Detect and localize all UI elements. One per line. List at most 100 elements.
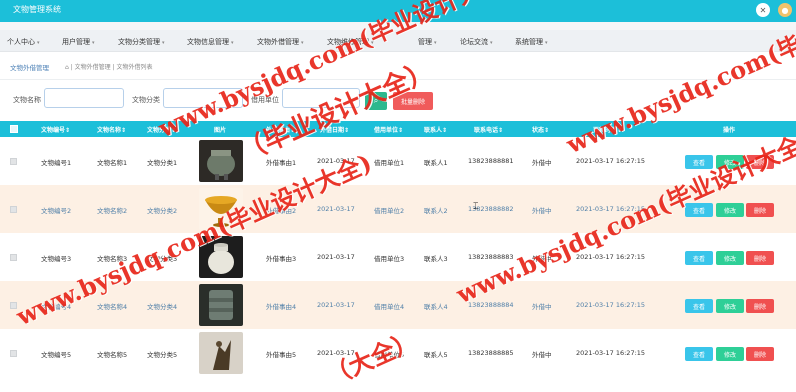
cell-name: 文物名称2 bbox=[97, 207, 128, 215]
nav-item-system[interactable]: 系统管理 ▾ bbox=[515, 37, 548, 47]
cell-category: 文物分类4 bbox=[147, 303, 178, 311]
relic-thumbnail[interactable] bbox=[199, 332, 243, 374]
table-row[interactable]: 文物编号4 文物名称4 文物分类4 外借事由4 2021-03-17 借用单位4 联系人4 1… bbox=[0, 281, 796, 329]
delete-button[interactable]: 删除 bbox=[746, 251, 774, 265]
cell-status: 外借中 bbox=[532, 351, 552, 359]
chevron-down-icon: ▾ bbox=[92, 40, 95, 46]
home-icon[interactable]: ⌂ bbox=[65, 64, 69, 71]
cell-date: 2021-03-17 bbox=[317, 349, 355, 357]
cell-number: 文物编号5 bbox=[41, 351, 72, 359]
relic-thumbnail[interactable] bbox=[199, 284, 243, 326]
row-checkbox[interactable] bbox=[10, 158, 17, 165]
batch-delete-button[interactable]: 批量删除 bbox=[393, 92, 433, 110]
column-header[interactable]: 外借日期⇕ bbox=[320, 125, 349, 134]
view-button[interactable]: 查看 bbox=[685, 203, 713, 217]
category-input[interactable] bbox=[163, 88, 243, 108]
cell-status: 外借中 bbox=[532, 255, 552, 263]
edit-button[interactable]: 修改 bbox=[716, 155, 744, 169]
search-icon: ⌕ bbox=[373, 96, 379, 105]
view-button[interactable]: 查看 bbox=[685, 347, 713, 361]
cell-reason: 外借事由1 bbox=[266, 159, 297, 167]
table-row[interactable]: 文物编号5 文物名称5 文物分类5 外借事由5 2021-03-17 借用单位5 联系人5 1… bbox=[0, 329, 796, 377]
header-spacer bbox=[0, 22, 796, 30]
column-header[interactable]: 图片 bbox=[214, 125, 226, 134]
filter-label-name: 文物名称 bbox=[13, 96, 41, 104]
table-row[interactable]: 文物编号1 文物名称1 文物分类1 外借事由1 2021-03-17 借用单位1 联系人1 1… bbox=[0, 137, 796, 185]
relic-thumbnail[interactable] bbox=[199, 188, 243, 230]
nav-item-forum[interactable]: 论坛交流 ▾ bbox=[460, 37, 493, 47]
top-bar: 文物管理系统 ✕ ● bbox=[0, 0, 796, 22]
row-checkbox[interactable] bbox=[10, 206, 17, 213]
view-button[interactable]: 查看 bbox=[685, 299, 713, 313]
view-button[interactable]: 查看 bbox=[685, 155, 713, 169]
main-nav: 个人中心 ▾ 用户管理 ▾ 文物分类管理 ▾ 文物信息管理 ▾ 文物外借管理 ▾ 文物维修… bbox=[0, 30, 796, 52]
column-header: 操作 bbox=[723, 127, 736, 134]
table-row[interactable]: 文物编号3 文物名称3 文物分类3 外借事由3 2021-03-17 借用单位3 联系人3 1… bbox=[0, 233, 796, 281]
chevron-down-icon: ▾ bbox=[37, 40, 40, 46]
delete-button[interactable]: 删除 bbox=[746, 203, 774, 217]
row-checkbox[interactable] bbox=[10, 254, 17, 261]
nav-item-relic-repair[interactable]: 文物维修管理 ▾ bbox=[327, 37, 374, 47]
cell-name: 文物名称4 bbox=[97, 303, 128, 311]
chevron-down-icon: ▾ bbox=[545, 40, 548, 46]
filter-label-category: 文物分类 bbox=[132, 96, 160, 104]
column-header[interactable]: 文物编号⇕ bbox=[41, 125, 70, 134]
edit-button[interactable]: 修改 bbox=[716, 347, 744, 361]
nav-item-categories[interactable]: 文物分类管理 ▾ bbox=[118, 37, 165, 47]
cell-reason: 外借事由5 bbox=[266, 351, 297, 359]
column-header[interactable]: 文物名称⇕ bbox=[97, 125, 126, 134]
column-header[interactable]: 联系电话⇕ bbox=[474, 125, 503, 134]
delete-button[interactable]: 删除 bbox=[746, 299, 774, 313]
cell-unit: 借用单位1 bbox=[374, 159, 405, 167]
chevron-down-icon: ▾ bbox=[490, 40, 493, 46]
cell-contact: 联系人1 bbox=[424, 159, 448, 167]
cell-number: 文物编号1 bbox=[41, 159, 72, 167]
column-header[interactable]: 更新时间⇕ bbox=[593, 125, 622, 134]
breadcrumb: ⌂ | 文物外借管理 | 文物外借列表 bbox=[65, 62, 153, 71]
table-header: 文物编号⇕ 文物名称⇕ 文物分类⇕ 图片 外借事由⇕ 外借日期⇕ 借用单位⇕ 联… bbox=[0, 121, 796, 137]
table-row[interactable]: 文物编号2 文物名称2 文物分类2 外借事由2 2021-03-17 借用单位2 联系人2 1… bbox=[0, 185, 796, 233]
cell-phone: 13823888883 bbox=[468, 253, 514, 261]
chevron-down-icon: ▾ bbox=[434, 40, 437, 46]
nav-item-users[interactable]: 用户管理 ▾ bbox=[62, 37, 95, 47]
cell-date: 2021-03-17 bbox=[317, 157, 355, 165]
user-avatar-icon[interactable]: ● bbox=[778, 3, 792, 17]
edit-button[interactable]: 修改 bbox=[716, 299, 744, 313]
nav-item-personal-center[interactable]: 个人中心 ▾ bbox=[7, 37, 40, 47]
name-input[interactable] bbox=[44, 88, 124, 108]
nav-item-relic-loan[interactable]: 文物外借管理 ▾ bbox=[257, 37, 304, 47]
column-header[interactable]: 状态⇕ bbox=[532, 125, 549, 134]
cell-phone: 13823888881 bbox=[468, 157, 514, 165]
cell-contact: 联系人3 bbox=[424, 255, 448, 263]
search-button[interactable]: ⌕ bbox=[365, 92, 387, 110]
column-header[interactable]: 联系人⇕ bbox=[424, 125, 447, 134]
expand-icon[interactable]: ✕ bbox=[756, 3, 770, 17]
chevron-down-icon: ▾ bbox=[301, 40, 304, 46]
relic-thumbnail[interactable] bbox=[199, 140, 243, 182]
cell-updated: 2021-03-17 16:27:15 bbox=[576, 253, 646, 261]
cell-unit: 借用单位5 bbox=[374, 351, 405, 359]
cell-reason: 外借事由4 bbox=[266, 303, 297, 311]
chevron-down-icon: ▾ bbox=[371, 40, 374, 46]
edit-button[interactable]: 修改 bbox=[716, 203, 744, 217]
cell-updated: 2021-03-17 16:27:15 bbox=[576, 205, 646, 213]
select-all-checkbox[interactable] bbox=[10, 125, 18, 133]
cell-updated: 2021-03-17 16:27:15 bbox=[576, 157, 646, 165]
row-checkbox[interactable] bbox=[10, 302, 17, 309]
column-header[interactable]: 外借事由⇕ bbox=[266, 125, 295, 134]
delete-button[interactable]: 删除 bbox=[746, 347, 774, 361]
column-header[interactable]: 文物分类⇕ bbox=[147, 125, 176, 134]
column-header[interactable]: 借用单位⇕ bbox=[374, 125, 403, 134]
delete-button[interactable]: 删除 bbox=[746, 155, 774, 169]
filter-label-unit: 借用单位 bbox=[251, 96, 279, 104]
nav-item-relic-info[interactable]: 文物信息管理 ▾ bbox=[187, 37, 234, 47]
nav-item-manage[interactable]: 管理 ▾ bbox=[418, 37, 437, 47]
relic-thumbnail[interactable] bbox=[199, 236, 243, 278]
breadcrumb-path[interactable]: | 文物外借管理 | 文物外借列表 bbox=[71, 64, 153, 71]
view-button[interactable]: 查看 bbox=[685, 251, 713, 265]
unit-input[interactable] bbox=[282, 88, 360, 108]
edit-button[interactable]: 修改 bbox=[716, 251, 744, 265]
row-checkbox[interactable] bbox=[10, 350, 17, 357]
cell-status: 外借中 bbox=[532, 303, 552, 311]
cell-phone: 13823888885 bbox=[468, 349, 514, 357]
